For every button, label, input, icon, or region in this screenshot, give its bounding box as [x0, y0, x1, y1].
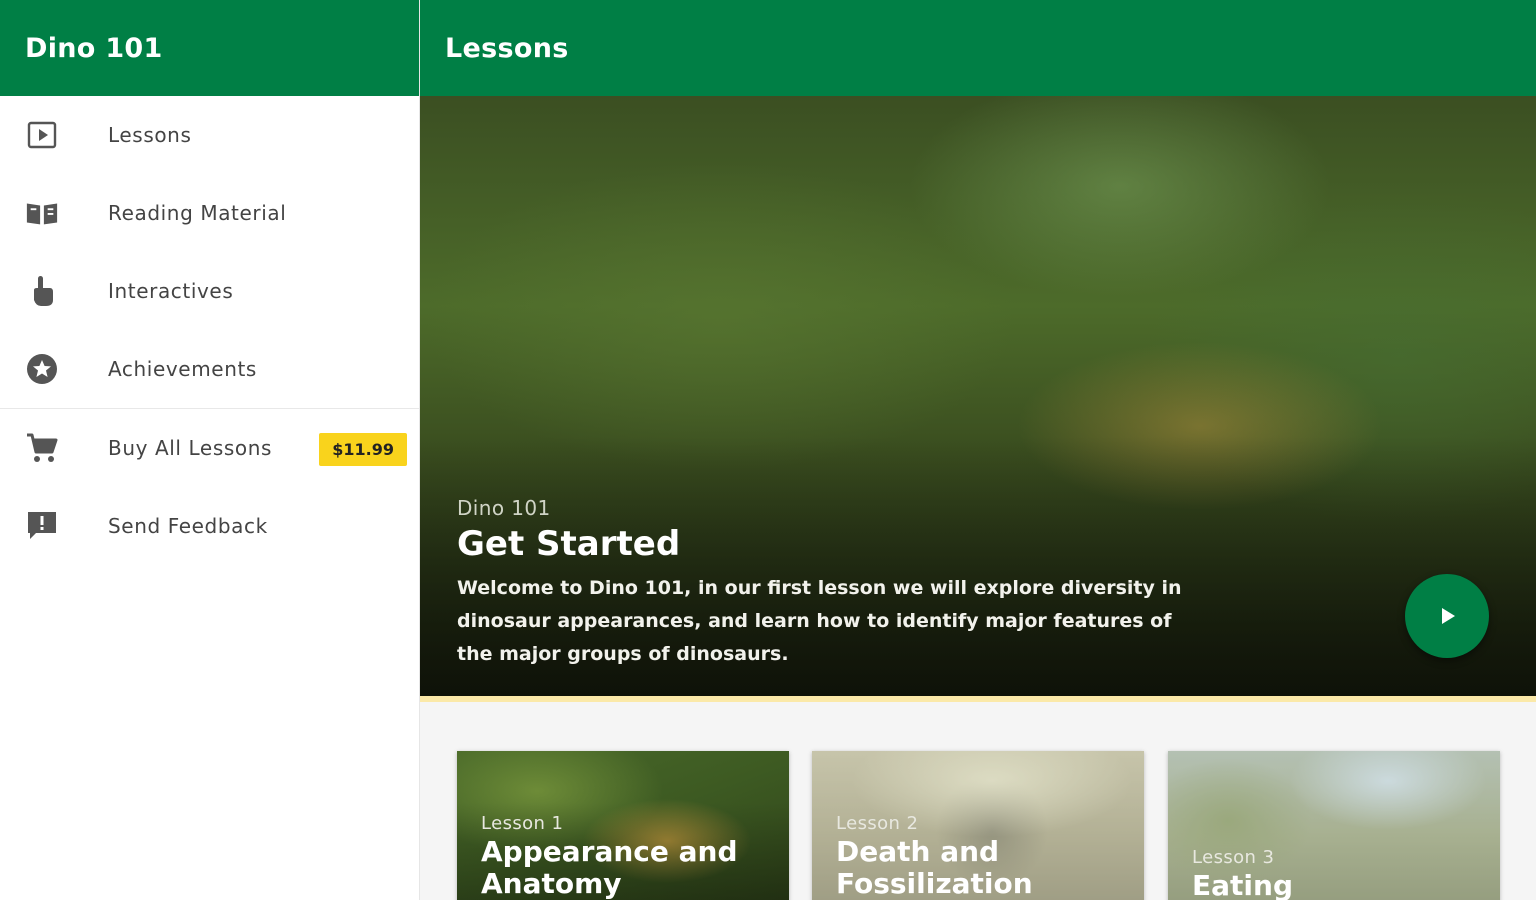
hero-banner[interactable]: Dino 101 Get Started Welcome to Dino 101… — [420, 96, 1536, 696]
play-box-icon — [25, 118, 59, 152]
feedback-icon — [25, 509, 59, 543]
navigation-drawer: Dino 101 Lessons Reading Material Intera… — [0, 0, 420, 900]
hero-course-name: Dino 101 — [457, 496, 551, 520]
lesson-card-1[interactable]: Lesson 1 Appearance and Anatomy — [457, 751, 789, 900]
price-badge: $11.99 — [319, 433, 407, 466]
hero-title: Get Started — [457, 524, 681, 564]
nav-item-reading-material[interactable]: Reading Material — [0, 174, 419, 252]
nav-label: Send Feedback — [108, 514, 268, 538]
hand-pointer-icon — [25, 274, 59, 308]
card-lesson-number: Lesson 1 — [481, 813, 564, 834]
top-app-bar: Lessons — [420, 0, 1536, 96]
nav-item-interactives[interactable]: Interactives — [0, 252, 419, 330]
card-text: Lesson 1 Appearance and Anatomy — [481, 813, 789, 900]
nav-item-buy-all-lessons[interactable]: Buy All Lessons $11.99 — [0, 409, 419, 487]
lesson-card-2[interactable]: Lesson 2 Death and Fossilization — [812, 751, 1144, 900]
lesson-card-list: Lesson 1 Appearance and Anatomy Lesson 2… — [420, 702, 1536, 900]
drawer-nav: Lessons Reading Material Interactives Ac… — [0, 96, 419, 408]
card-text: Lesson 3 Eating — [1192, 847, 1293, 900]
cart-icon — [25, 431, 59, 465]
nav-label: Achievements — [108, 357, 257, 381]
play-button[interactable] — [1405, 574, 1489, 658]
card-title: Appearance and Anatomy — [481, 835, 738, 900]
lesson-card-3[interactable]: Lesson 3 Eating — [1168, 751, 1500, 900]
card-text: Lesson 2 Death and Fossilization — [836, 813, 1144, 900]
drawer-nav-secondary: Buy All Lessons $11.99 Send Feedback — [0, 409, 419, 565]
nav-item-achievements[interactable]: Achievements — [0, 330, 419, 408]
play-icon — [1442, 608, 1455, 624]
nav-item-lessons[interactable]: Lessons — [0, 96, 419, 174]
nav-label: Lessons — [108, 123, 192, 147]
hero-description: Welcome to Dino 101, in our first lesson… — [457, 577, 1182, 665]
hero-content: Dino 101 Get Started Welcome to Dino 101… — [457, 496, 1217, 671]
book-icon — [25, 196, 59, 230]
card-lesson-number: Lesson 2 — [836, 813, 919, 834]
nav-label: Interactives — [108, 279, 234, 303]
drawer-header: Dino 101 — [0, 0, 419, 96]
star-badge-icon — [25, 352, 59, 386]
nav-label: Reading Material — [108, 201, 287, 225]
nav-label: Buy All Lessons — [108, 436, 273, 460]
card-title: Eating — [1192, 869, 1293, 900]
card-title: Death and Fossilization — [836, 835, 1033, 900]
nav-item-send-feedback[interactable]: Send Feedback — [0, 487, 419, 565]
app-title: Dino 101 — [25, 32, 163, 64]
card-lesson-number: Lesson 3 — [1192, 847, 1275, 868]
app-root: Dino 101 Lessons Reading Material Intera… — [0, 0, 1536, 900]
page-title: Lessons — [445, 32, 569, 64]
